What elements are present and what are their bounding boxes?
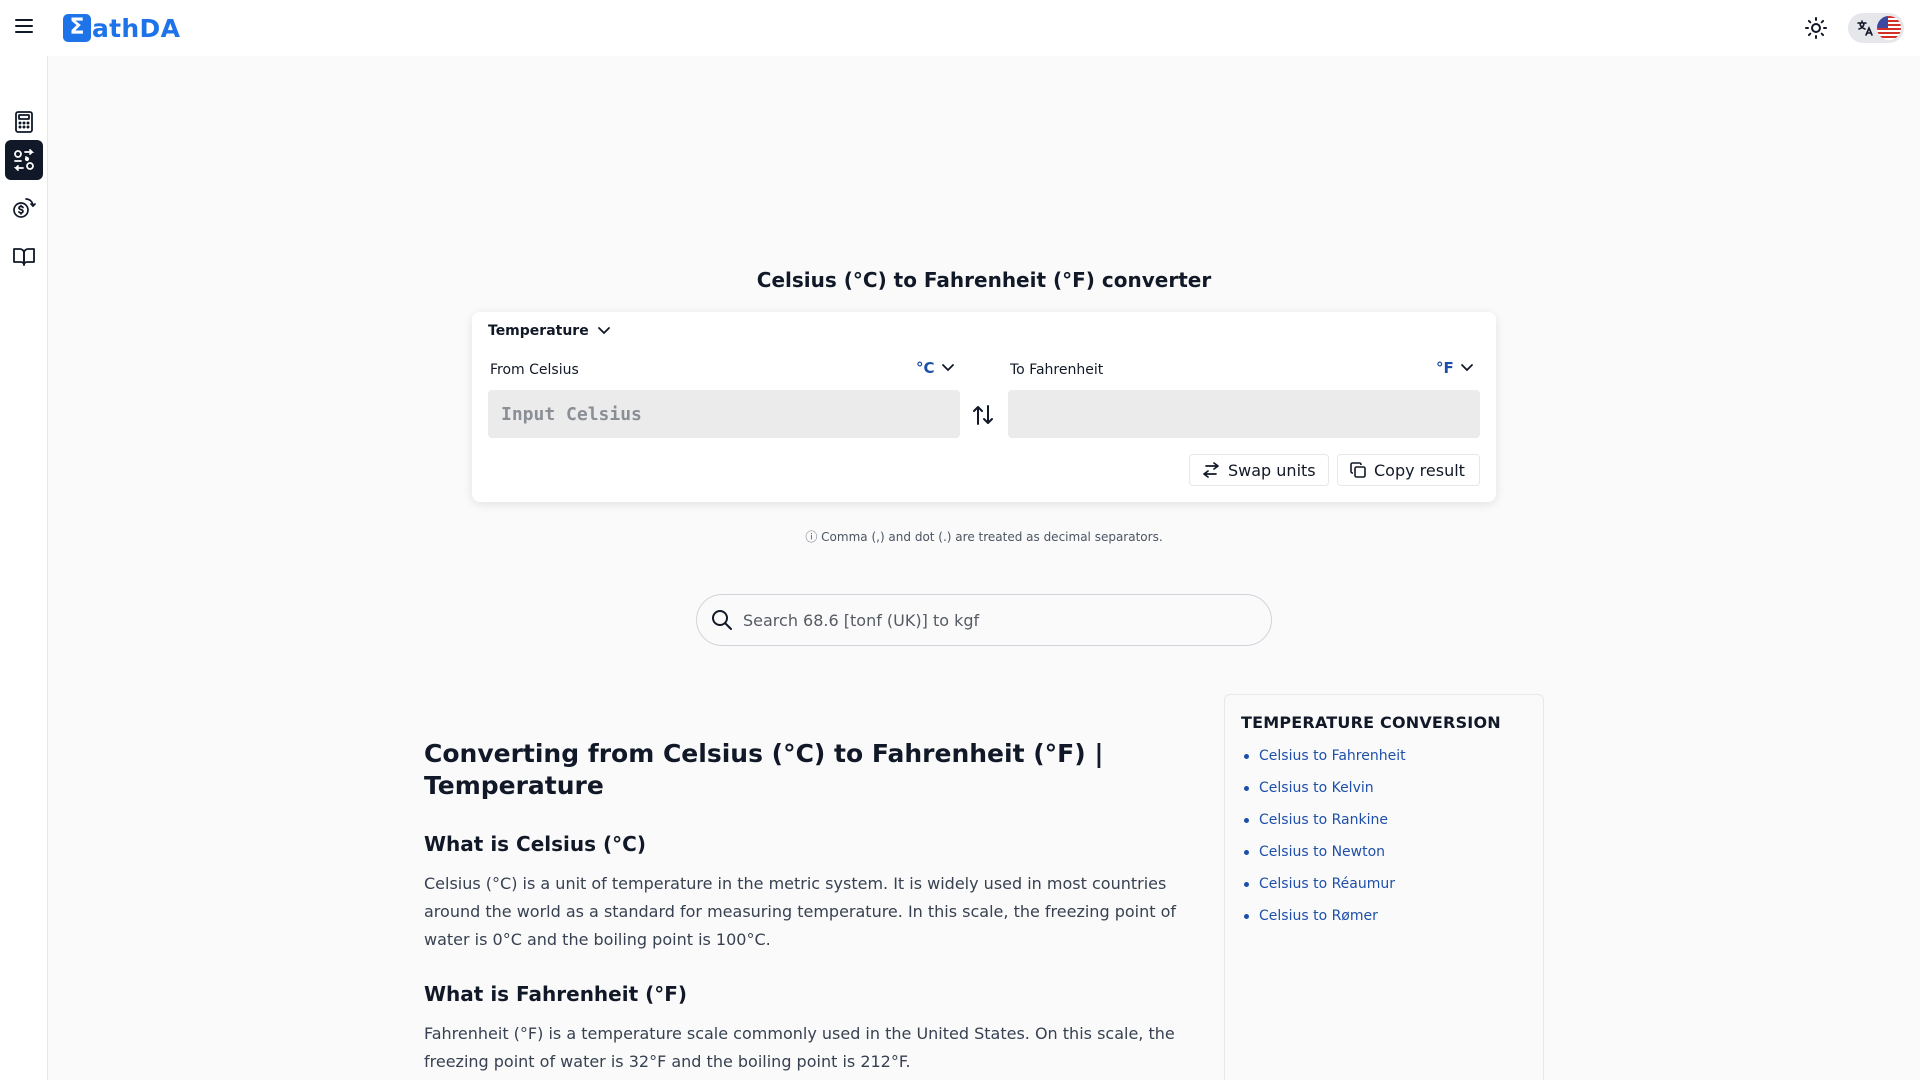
from-unit-select[interactable]: °C: [916, 359, 955, 377]
copy-result-button[interactable]: Copy result: [1337, 454, 1480, 486]
section-heading: What is Celsius (°C): [424, 832, 646, 856]
converter-card: Temperature From Celsius °C To Fahrenhei…: [472, 312, 1496, 502]
search-input[interactable]: [743, 610, 1243, 630]
rail-item-calculator[interactable]: [5, 102, 43, 142]
article: Converting from Celsius (°C) to Fahrenhe…: [424, 738, 1184, 1076]
converter-title: Celsius (°C) to Fahrenheit (°F) converte…: [756, 268, 1212, 292]
swap-horizontal-icon: [1203, 462, 1219, 478]
from-unit-value: °C: [916, 359, 935, 377]
translate-icon: [1856, 19, 1874, 41]
section-text: Celsius (°C) is a unit of temperature in…: [424, 874, 1176, 949]
swap-arrows-icon[interactable]: [968, 402, 998, 428]
copy-icon: [1350, 462, 1366, 478]
sigma-logo-icon: Σ: [63, 14, 91, 42]
conversion-link[interactable]: Celsius to Kelvin: [1241, 772, 1527, 804]
article-title: Converting from Celsius (°C) to Fahrenhe…: [424, 739, 1104, 800]
to-unit-select[interactable]: °F: [1436, 359, 1474, 377]
section-heading: What is Fahrenheit (°F): [424, 982, 688, 1006]
rail-item-docs[interactable]: [5, 236, 43, 276]
currency-exchange-icon: [13, 198, 36, 218]
unit-convert-icon: [13, 149, 35, 171]
conversion-link[interactable]: Celsius to Rømer: [1241, 900, 1527, 932]
search-icon: [712, 610, 732, 630]
hamburger-menu-icon[interactable]: [12, 14, 36, 38]
celsius-input[interactable]: [488, 390, 960, 438]
search-bar[interactable]: [696, 594, 1272, 646]
panel-title: TEMPERATURE CONVERSION: [1241, 713, 1501, 732]
conversion-link[interactable]: Celsius to Réaumur: [1241, 868, 1527, 900]
copy-result-label: Copy result: [1374, 460, 1465, 480]
conversion-link[interactable]: Celsius to Rankine: [1241, 804, 1527, 836]
app-logo[interactable]: Σ athDA: [63, 12, 180, 44]
swap-units-label: Swap units: [1228, 460, 1316, 480]
category-select[interactable]: Temperature: [488, 323, 611, 339]
sun-icon[interactable]: [1802, 14, 1830, 42]
rail-item-unit-converter[interactable]: [5, 140, 43, 180]
chevron-down-icon: [1460, 364, 1473, 372]
chevron-down-icon: [597, 327, 610, 335]
us-flag-icon: [1877, 16, 1901, 40]
rail-item-currency[interactable]: [5, 188, 43, 228]
section-text: Fahrenheit (°F) is a temperature scale c…: [424, 1024, 1175, 1071]
from-label: From Celsius: [490, 362, 579, 378]
conversion-link[interactable]: Celsius to Newton: [1241, 836, 1527, 868]
language-switcher[interactable]: [1848, 13, 1904, 43]
to-label: To Fahrenheit: [1010, 362, 1104, 378]
top-bar: Σ athDA: [0, 0, 1920, 56]
temperature-conversion-panel: TEMPERATURE CONVERSION Celsius to Fahren…: [1224, 694, 1544, 1080]
logo-text: athDA: [92, 13, 181, 43]
fahrenheit-output[interactable]: [1008, 390, 1480, 438]
calculator-icon: [15, 111, 33, 133]
conversion-links: Celsius to Fahrenheit Celsius to Kelvin …: [1241, 740, 1527, 932]
side-rail: [0, 56, 48, 1080]
decimal-separator-hint: ⓘ Comma (,) and dot (.) are treated as d…: [805, 530, 1163, 544]
swap-units-button[interactable]: Swap units: [1189, 454, 1329, 486]
to-unit-value: °F: [1436, 359, 1454, 377]
category-label: Temperature: [488, 323, 589, 339]
book-open-icon: [13, 248, 35, 266]
conversion-link[interactable]: Celsius to Fahrenheit: [1241, 740, 1527, 772]
chevron-down-icon: [941, 364, 954, 372]
